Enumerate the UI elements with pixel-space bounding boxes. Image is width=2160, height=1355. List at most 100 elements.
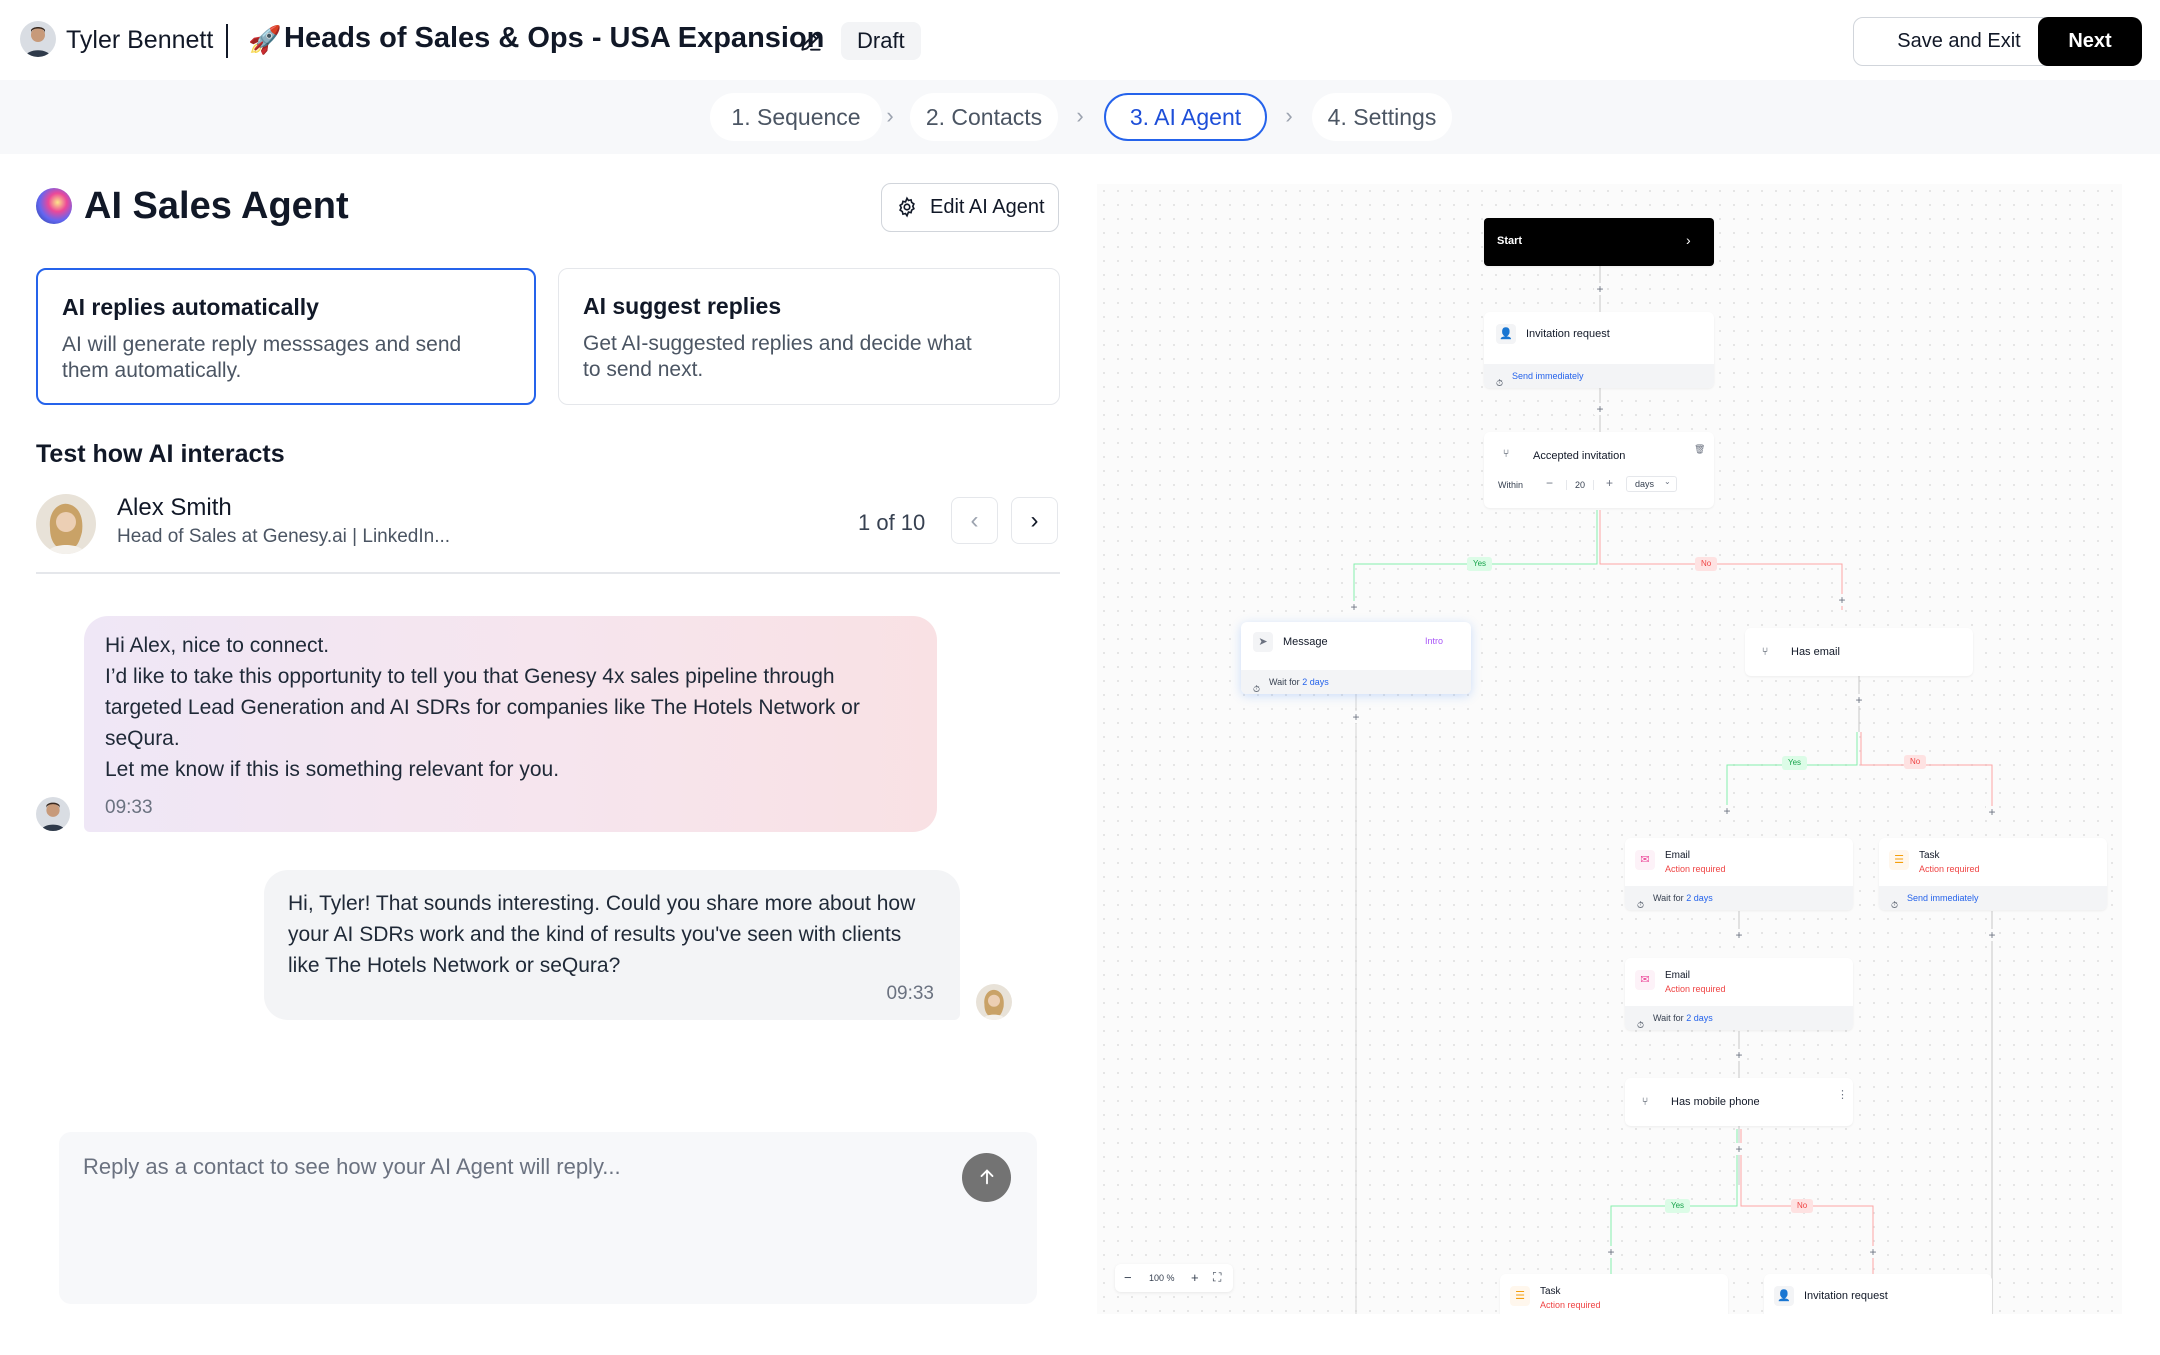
flow-node-task[interactable]: ☰ Task Action required ⏱ Send immediately: [1879, 838, 2107, 910]
fullscreen-icon[interactable]: ⛶: [1213, 1270, 1221, 1285]
increment-icon[interactable]: +: [1606, 476, 1613, 490]
user-avatar[interactable]: [20, 21, 56, 57]
footer-prefix: Wait for: [1653, 893, 1684, 903]
node-title: Has mobile phone: [1671, 1096, 1760, 1108]
footer-value: 2 days: [1686, 893, 1713, 903]
edit-title-pencil-icon[interactable]: [798, 28, 824, 54]
flow-node-invitation-request[interactable]: 👤 Invitation request ⏱ Send immediately: [1484, 312, 1714, 388]
yes-branch-label: Yes: [1665, 1199, 1691, 1213]
add-step-plus-icon[interactable]: +: [1594, 283, 1606, 295]
mode-title: AI replies automatically: [62, 294, 319, 320]
chevron-left-icon: ‹: [970, 507, 979, 534]
trash-icon[interactable]: 🗑: [1694, 444, 1705, 455]
yes-branch-label: Yes: [1467, 557, 1493, 571]
mode-description: Get AI-suggested replies and decide what…: [583, 332, 972, 381]
add-step-plus-icon[interactable]: +: [1853, 694, 1865, 706]
node-subtitle: Action required: [1665, 984, 1726, 994]
flow-node-invitation-request[interactable]: 👤 Invitation request: [1764, 1274, 1992, 1314]
footer-prefix: Wait for: [1269, 677, 1300, 687]
add-step-plus-icon[interactable]: +: [1836, 594, 1848, 606]
contact-avatar[interactable]: [36, 494, 96, 554]
task-icon: ☰: [1889, 850, 1909, 870]
node-subtitle: Action required: [1919, 864, 1980, 874]
yes-branch-label: Yes: [1782, 756, 1808, 770]
flow-node-email[interactable]: ✉ Email Action required ⏱ Wait for 2 days: [1625, 838, 1853, 910]
message-line: Hi, Tyler! That sounds interesting. Coul…: [288, 892, 916, 977]
add-step-plus-icon[interactable]: +: [1986, 806, 1998, 818]
wizard-stepper: 1. Sequence › 2. Contacts › 3. AI Agent …: [0, 80, 2160, 154]
flow-node-has-email[interactable]: ⑂ Has email: [1745, 628, 1973, 676]
previous-contact-button[interactable]: ‹: [951, 497, 998, 544]
add-step-plus-icon[interactable]: +: [1733, 929, 1745, 941]
flow-node-has-mobile-phone[interactable]: ⑂ Has mobile phone ⋮: [1625, 1078, 1853, 1126]
gear-icon: [899, 196, 915, 218]
flow-node-message[interactable]: ➤ Message Intro ⏱ Wait for 2 days: [1241, 622, 1471, 694]
branch-icon: ⑂: [1502, 448, 1510, 460]
clock-icon: ⏱: [1891, 900, 1899, 910]
within-label: Within: [1498, 480, 1524, 490]
reply-input[interactable]: Reply as a contact to see how your AI Ag…: [59, 1132, 1037, 1304]
top-bar: Tyler Bennett 🚀 Heads of Sales & Ops - U…: [0, 0, 2160, 80]
wait-days-value[interactable]: 20: [1566, 480, 1595, 490]
mode-description: AI will generate reply messsages and sen…: [62, 333, 462, 382]
step-settings[interactable]: 4. Settings: [1312, 93, 1452, 141]
decrement-icon[interactable]: −: [1546, 476, 1553, 490]
flow-node-accepted-invitation[interactable]: ⑂ Accepted invitation 🗑 Within − 20 + da…: [1484, 432, 1714, 508]
branch-icon: ⑂: [1641, 1096, 1649, 1108]
start-label: Start: [1497, 235, 1523, 247]
sequence-flow-canvas[interactable]: Start › + 👤 Invitation request ⏱ Send imm…: [1097, 184, 2122, 1314]
divider: [36, 572, 1060, 574]
node-subtitle: Action required: [1665, 864, 1726, 874]
step-ai-agent[interactable]: 3. AI Agent: [1104, 93, 1267, 141]
add-step-plus-icon[interactable]: +: [1867, 1246, 1879, 1258]
node-footer: Send immediately: [1907, 893, 1979, 903]
clock-icon: ⏱: [1496, 378, 1504, 388]
chevron-right-icon: ›: [886, 103, 894, 128]
zoom-level: 100 %: [1149, 1273, 1175, 1283]
zoom-in-icon[interactable]: +: [1191, 1270, 1199, 1285]
add-step-plus-icon[interactable]: +: [1733, 1049, 1745, 1061]
add-step-plus-icon[interactable]: +: [1986, 929, 1998, 941]
flow-start-node[interactable]: Start ›: [1484, 218, 1714, 266]
add-step-plus-icon[interactable]: +: [1605, 1246, 1617, 1258]
chat-message-outgoing: Hi Alex, nice to connect. I’d like to ta…: [84, 616, 937, 832]
add-step-plus-icon[interactable]: +: [1348, 601, 1360, 613]
mode-card-suggest-replies[interactable]: AI suggest replies Get AI-suggested repl…: [558, 268, 1060, 405]
test-section-heading: Test how AI interacts: [36, 440, 285, 468]
add-step-plus-icon[interactable]: +: [1594, 403, 1606, 415]
branch-icon: ⑂: [1761, 646, 1769, 658]
step-contacts[interactable]: 2. Contacts: [910, 93, 1058, 141]
node-title: Has email: [1791, 646, 1840, 658]
send-button[interactable]: [962, 1153, 1011, 1202]
contact-reply-avatar: [976, 984, 1012, 1020]
zoom-out-icon[interactable]: −: [1124, 1270, 1132, 1285]
footer-value: 2 days: [1302, 677, 1329, 687]
clock-icon: ⏱: [1637, 1020, 1645, 1030]
edit-ai-agent-button[interactable]: Edit AI Agent: [881, 183, 1059, 232]
no-branch-label: No: [1904, 755, 1927, 769]
node-title: Invitation request: [1526, 328, 1610, 340]
page-title: AI Sales Agent: [84, 185, 349, 227]
step-sequence[interactable]: 1. Sequence: [710, 93, 882, 141]
chevron-down-icon: ⌄: [1664, 477, 1671, 486]
reply-placeholder: Reply as a contact to see how your AI Ag…: [83, 1154, 621, 1179]
user-icon: 👤: [1774, 1286, 1794, 1306]
mail-icon: ✉: [1635, 970, 1655, 990]
rocket-icon: 🚀: [248, 25, 282, 55]
add-step-plus-icon[interactable]: +: [1721, 805, 1733, 817]
node-title: Task: [1540, 1286, 1561, 1297]
flow-node-email[interactable]: ✉ Email Action required ⏱ Wait for 2 days: [1625, 958, 1853, 1030]
next-button[interactable]: Next: [2038, 17, 2142, 66]
mode-card-auto-reply[interactable]: AI replies automatically AI will generat…: [36, 268, 536, 405]
more-vertical-icon[interactable]: ⋮: [1837, 1088, 1848, 1101]
add-step-plus-icon[interactable]: +: [1350, 711, 1362, 723]
save-and-exit-button[interactable]: Save and Exit: [1853, 17, 2065, 66]
next-contact-button[interactable]: ›: [1011, 497, 1058, 544]
add-step-plus-icon[interactable]: +: [1733, 1143, 1745, 1155]
mail-icon: ✉: [1635, 850, 1655, 870]
campaign-title: Heads of Sales & Ops - USA Expansion: [284, 22, 825, 54]
flow-node-task[interactable]: ☰ Task Action required: [1500, 1274, 1728, 1314]
footer-value: 2 days: [1686, 1013, 1713, 1023]
node-title: Invitation request: [1804, 1290, 1888, 1302]
mode-title: AI suggest replies: [583, 293, 782, 319]
